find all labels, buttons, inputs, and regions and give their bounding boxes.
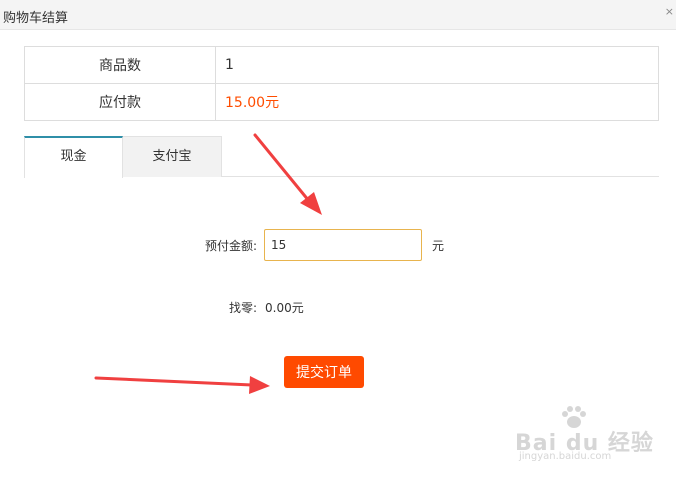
dialog-title: 购物车结算 — [3, 11, 69, 26]
prepaid-amount-label: 预付金额: — [204, 239, 257, 253]
amount-due-label: 应付款 — [24, 83, 216, 121]
payment-method-tabs: 现金 支付宝 — [24, 136, 659, 178]
submit-order-button[interactable]: 提交订单 — [284, 356, 364, 388]
table-row: 应付款 15.00元 — [24, 83, 659, 121]
tab-alipay[interactable]: 支付宝 — [123, 136, 222, 177]
item-count-label: 商品数 — [24, 46, 216, 84]
baidu-watermark: Bai du 经验 jingyan.baidu.com — [515, 405, 655, 465]
watermark-url: jingyan.baidu.com — [519, 451, 612, 462]
close-icon[interactable]: × — [665, 6, 674, 17]
prepaid-amount-input[interactable] — [264, 229, 422, 261]
arrow-to-submit-icon — [94, 376, 270, 394]
table-row: 商品数 1 — [24, 46, 659, 84]
dialog-titlebar: 购物车结算 × — [0, 0, 676, 30]
tab-cash[interactable]: 现金 — [24, 136, 123, 178]
amount-due-value: 15.00元 — [215, 83, 659, 121]
item-count-value: 1 — [215, 46, 659, 84]
change-value: 0.00元 — [265, 301, 304, 315]
currency-unit-label: 元 — [432, 239, 445, 253]
order-summary-table: 商品数 1 应付款 15.00元 — [24, 46, 659, 121]
change-label: 找零: — [228, 301, 257, 315]
